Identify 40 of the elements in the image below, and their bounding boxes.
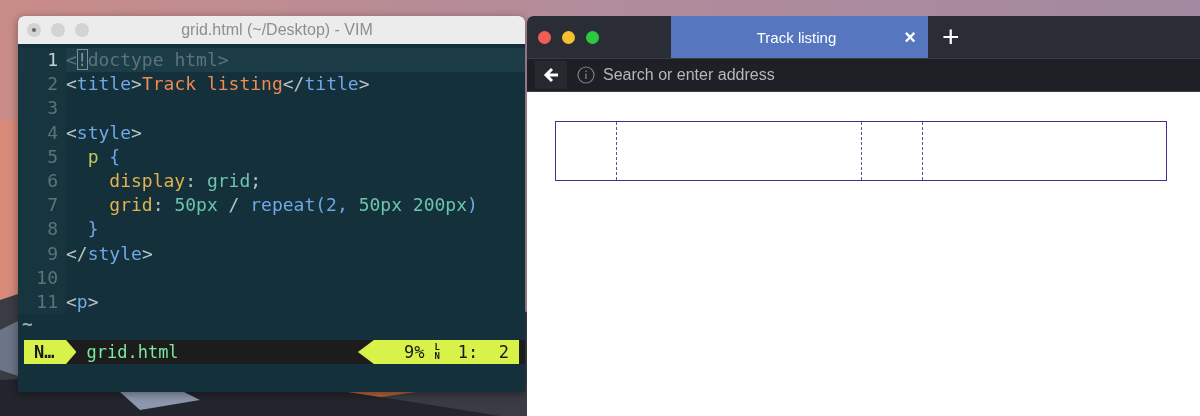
code-line: </style> (66, 241, 153, 266)
line-number: 9 (18, 241, 66, 266)
empty-line-marker: ~ (21, 314, 33, 335)
mode-indicator: N… (24, 340, 77, 365)
line-number: 4 (18, 120, 66, 145)
line-number: 6 (18, 168, 66, 194)
code-line: <style> (66, 120, 142, 145)
info-icon[interactable] (577, 66, 595, 84)
line-number: 8 (18, 217, 66, 242)
code-line: display: grid; (109, 168, 262, 193)
code-line: p { (87, 144, 121, 169)
line-number: 2 (18, 72, 66, 97)
code-line: } (87, 217, 99, 242)
back-arrow-icon (543, 67, 559, 83)
scroll-percent: 9% (403, 342, 425, 363)
code-line: <!doctype html> (66, 48, 229, 72)
browser-tab[interactable]: Track listing × (671, 16, 928, 58)
back-button[interactable] (535, 61, 567, 89)
minimize-button[interactable] (562, 30, 575, 44)
code-line: <p> (66, 289, 99, 314)
address-bar[interactable]: Search or enter address (527, 58, 1200, 92)
line-number: 3 (18, 96, 66, 121)
line-number: 11 (18, 289, 66, 315)
line-number: 1 (18, 48, 66, 73)
line-number: 10 (18, 265, 66, 290)
close-tab-button[interactable]: × (892, 25, 928, 49)
tab-title: Track listing (755, 28, 838, 46)
window-title: grid.html (~/Desktop) - VIM (180, 21, 374, 39)
new-tab-button[interactable]: + (928, 16, 974, 58)
cursor-position: 1: 2 (457, 342, 509, 363)
code-line: grid: 50px / repeat(2, 50px 200px) (109, 193, 478, 218)
line-number: 5 (18, 144, 66, 169)
zoom-button[interactable] (586, 30, 599, 44)
code-line: <title>Track listing</title> (66, 72, 370, 97)
close-button[interactable] (27, 23, 41, 37)
file-name: grid.html (86, 342, 180, 363)
text-cursor: ! (76, 49, 88, 70)
close-button[interactable] (538, 30, 551, 44)
line-number-symbol: LN (434, 343, 440, 362)
line-number: 7 (18, 193, 66, 218)
